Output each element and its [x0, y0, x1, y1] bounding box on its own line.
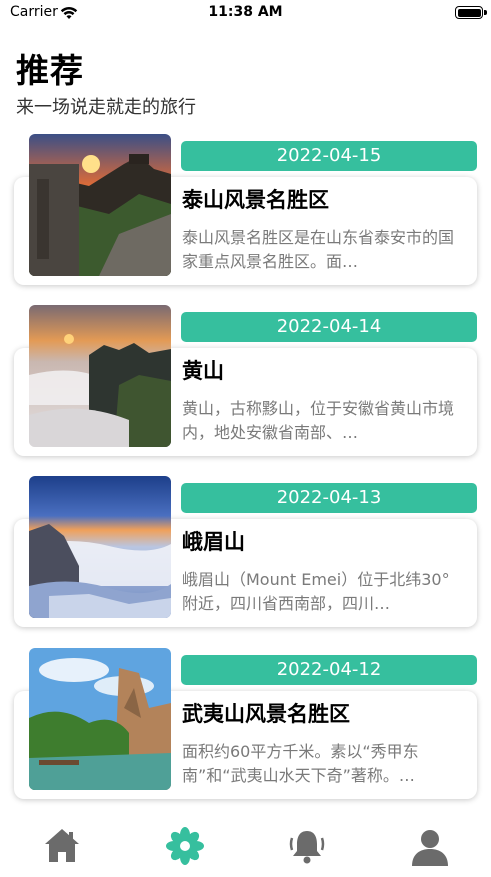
card-image	[29, 134, 171, 276]
tab-bar	[0, 812, 491, 877]
list-item[interactable]: 2022-04-13 峨眉山 峨眉山（Mount Emei）位于北纬30°附近，…	[14, 476, 477, 627]
card-title: 泰山风景名胜区	[182, 188, 329, 212]
bell-icon	[289, 831, 325, 864]
status-bar: Carrier 11:38 AM	[0, 0, 491, 26]
card-description: 黄山，古称黟山，位于安徽省黄山市境内，地处安徽省南部、…	[182, 399, 455, 442]
tab-home[interactable]	[42, 826, 82, 866]
date-badge: 2022-04-15	[181, 141, 477, 171]
card-title: 黄山	[182, 359, 224, 383]
date-badge: 2022-04-14	[181, 312, 477, 342]
page-subtitle: 来一场说走就走的旅行	[16, 97, 196, 118]
list-item[interactable]: 2022-04-12 武夷山风景名胜区 面积约60平方千米。素以“秀甲东南”和“…	[14, 648, 477, 799]
profile-icon	[412, 830, 448, 866]
flower-icon	[166, 827, 204, 865]
status-time: 11:38 AM	[208, 4, 283, 20]
battery-nub	[484, 10, 487, 15]
card-description: 泰山风景名胜区是在山东省泰安市的国家重点风景名胜区。面…	[182, 228, 455, 271]
card-image	[29, 305, 171, 447]
date-badge: 2022-04-12	[181, 655, 477, 685]
card-title: 峨眉山	[182, 530, 245, 554]
tab-profile[interactable]	[410, 826, 450, 866]
page-title: 推荐	[16, 51, 84, 90]
battery-icon	[455, 6, 483, 19]
card-image	[29, 648, 171, 790]
card-description: 面积约60平方千米。素以“秀甲东南”和“武夷山水天下奇”著称。…	[182, 742, 419, 785]
home-icon	[45, 829, 79, 862]
card-description: 峨眉山（Mount Emei）位于北纬30°附近，四川省西南部，四川…	[182, 570, 450, 613]
card-image	[29, 476, 171, 618]
date-badge: 2022-04-13	[181, 483, 477, 513]
tab-discover[interactable]	[165, 826, 205, 866]
tab-notifications[interactable]	[287, 826, 327, 866]
list-item[interactable]: 2022-04-15 泰山风景名胜区 泰山风景名胜区是在山东省泰安市的国家重点风…	[14, 134, 477, 285]
card-title: 武夷山风景名胜区	[182, 702, 350, 726]
list-item[interactable]: 2022-04-14 黄山 黄山，古称黟山，位于安徽省黄山市境内，地处安徽省南部…	[14, 305, 477, 456]
